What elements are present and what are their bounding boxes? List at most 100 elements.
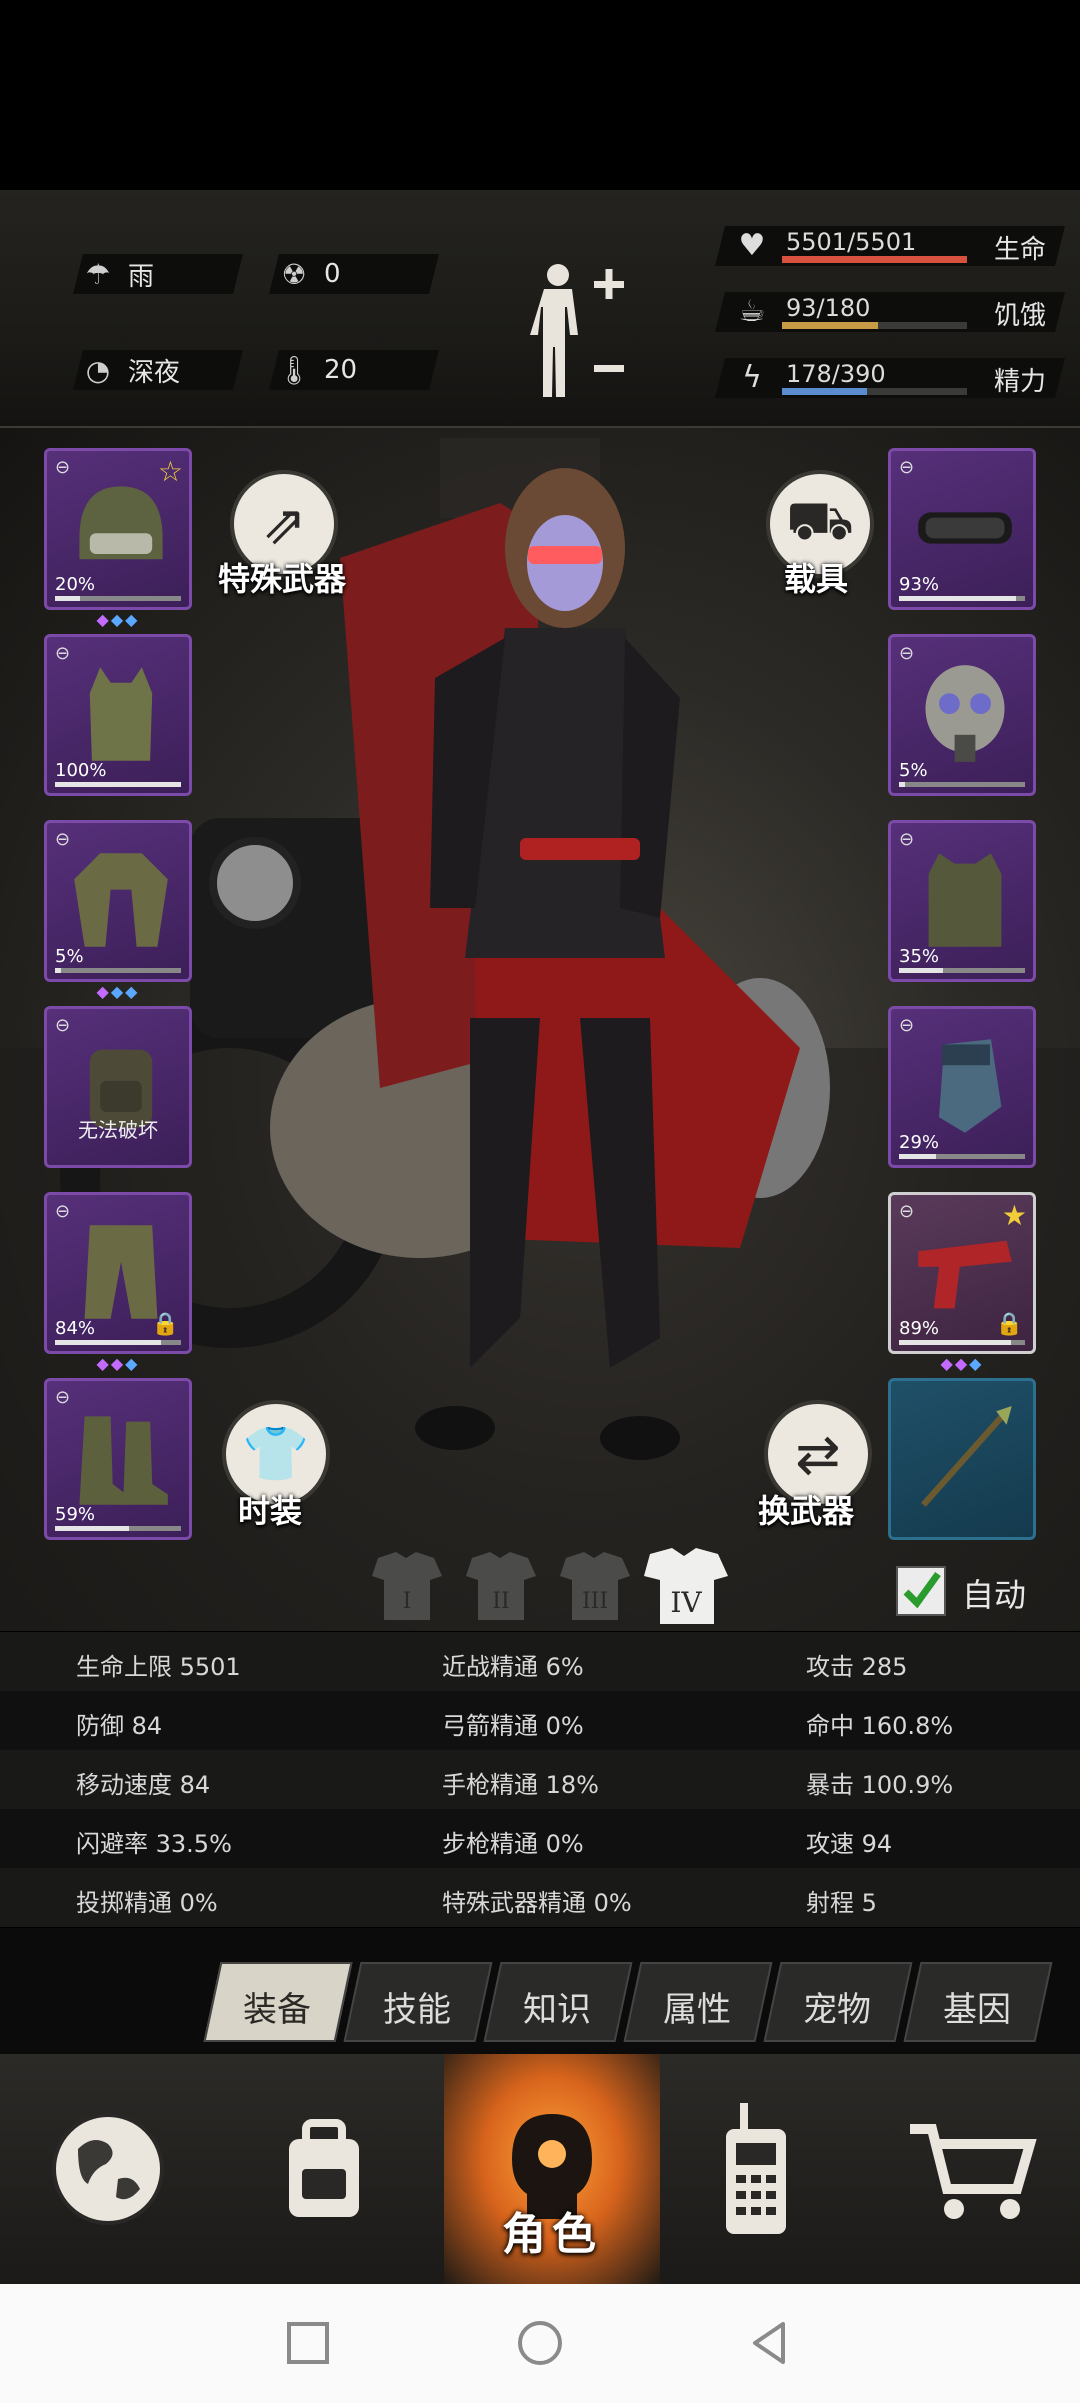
swap-weapon-label: 换武器	[758, 1492, 855, 1530]
food-icon: ☕	[738, 294, 766, 329]
tab-pets[interactable]: 宠物	[763, 1962, 913, 2042]
nav-radio[interactable]	[648, 2054, 864, 2284]
svg-text:II: II	[492, 1589, 509, 1614]
stats-row: 移动速度 84 手枪精通 18% 暴击 100.9%	[0, 1750, 1080, 1809]
jacket-slot[interactable]: ⊖ 5% ◆◆◆	[44, 820, 192, 1001]
tab-attributes[interactable]: 属性	[623, 1962, 773, 2042]
bottom-nav: 角色	[0, 2054, 1080, 2284]
boots-slot[interactable]: ⊖ 59%	[44, 1378, 192, 1540]
heart-pulse-icon: ♥	[738, 228, 766, 263]
pants-slot[interactable]: ⊖ 🔒 84% ◆◆◆	[44, 1192, 192, 1373]
hunger-value: 93/180	[786, 294, 871, 322]
checkmark-icon	[903, 1571, 941, 1609]
hunger-fill	[782, 322, 879, 329]
health-label: 生命	[993, 235, 1046, 265]
outfit-tab-3[interactable]: III	[560, 1552, 630, 1620]
clock-icon: ◔	[85, 353, 111, 387]
outfit-tab-1[interactable]: I	[372, 1552, 442, 1620]
stat-melee-mastery: 近战精通 6%	[442, 1653, 584, 1681]
gem-sockets: ◆◆◆	[940, 1354, 984, 1373]
radio-icon	[726, 2103, 786, 2234]
durability-text: 84%	[55, 1318, 96, 1339]
pistol-slot[interactable]: ⊖ ★ 🔒 89% ◆◆◆	[888, 1192, 1036, 1373]
gem-sockets: ◆◆◆	[96, 610, 140, 629]
vehicle-label: 载具	[784, 560, 849, 598]
link-icon: ⊖	[55, 1387, 71, 1408]
tab-skills[interactable]: 技能	[343, 1962, 493, 2042]
body-armor-slot[interactable]: ⊖ 100%	[44, 634, 192, 796]
pistol-icon	[918, 1240, 1012, 1309]
durability-bar	[55, 596, 181, 601]
auto-checkbox[interactable]	[896, 1566, 946, 1616]
nav-backpack[interactable]	[216, 2054, 432, 2284]
time-pill: ◔ 深夜	[73, 350, 243, 390]
durability-text: 59%	[55, 1504, 96, 1525]
nav-character[interactable]: 角色	[444, 2054, 660, 2284]
body-status-icon[interactable]	[520, 255, 630, 405]
weather-pill: ☂ 雨	[73, 254, 243, 294]
stats-table: 生命上限 5501 近战精通 6% 攻击 285 防御 84 弓箭精通 0% 命…	[0, 1632, 1080, 1928]
nav-shop[interactable]	[864, 2054, 1080, 2284]
tab-label: 装备	[243, 1990, 312, 2030]
melee-weapon-slot[interactable]	[888, 1378, 1036, 1540]
outfit-tab-2[interactable]: II	[466, 1552, 536, 1620]
radiation-pill: ☢ 0	[269, 254, 439, 294]
tab-equipment[interactable]: 装备	[203, 1962, 353, 2042]
stat-throw-mastery: 投掷精通 0%	[76, 1889, 218, 1917]
back-icon[interactable]	[745, 2318, 795, 2368]
top-blank-area	[0, 0, 1080, 190]
link-icon: ⊖	[55, 643, 71, 664]
durability-text: 5%	[55, 946, 84, 967]
helmet-slot[interactable]: ⊖ ☆ 20% ◆◆◆	[44, 448, 192, 629]
energy-bar: ϟ 178/390 精力	[715, 352, 1065, 404]
tab-label: 属性	[663, 1990, 732, 2030]
tab-label: 知识	[523, 1990, 592, 2030]
helmet-icon	[79, 486, 163, 560]
radiation-value: 0	[324, 259, 341, 289]
link-icon: ⊖	[899, 643, 915, 664]
goggles-icon	[918, 512, 1012, 544]
gem-sockets: ◆◆◆	[96, 1354, 140, 1373]
lock-icon: 🔒	[151, 1312, 179, 1337]
durability-bar	[55, 968, 181, 973]
stat-special-weapon-mastery: 特殊武器精通 0%	[442, 1889, 632, 1917]
vest-slot[interactable]: ⊖ 35%	[888, 820, 1036, 982]
lock-icon: 🔒	[995, 1312, 1023, 1337]
time-of-day-label: 深夜	[128, 357, 181, 388]
shirt-icon: 👕	[242, 1422, 310, 1485]
tab-label: 基因	[943, 1990, 1012, 2030]
durability-text: 5%	[899, 760, 928, 781]
energy-icon: ϟ	[742, 360, 762, 395]
durability-bar	[899, 1154, 1025, 1159]
durability-bar	[899, 596, 1025, 601]
energy-value: 178/390	[786, 360, 886, 388]
tab-knowledge[interactable]: 知识	[483, 1962, 633, 2042]
stats-row: 闪避率 33.5% 步枪精通 0% 攻速 94	[0, 1809, 1080, 1868]
tab-label: 宠物	[803, 1990, 872, 2030]
home-icon[interactable]	[515, 2318, 565, 2368]
gas-mask-slot[interactable]: ⊖ 5%	[888, 634, 1036, 796]
durability-bar	[899, 782, 1025, 787]
stat-attack-speed: 攻速 94	[806, 1830, 893, 1858]
backpack-slot[interactable]: ⊖ 无法破坏	[44, 1006, 192, 1168]
gas-mask-icon	[925, 665, 1005, 762]
svg-text:I: I	[403, 1589, 412, 1614]
energy-fill	[782, 388, 868, 395]
nav-character-label: 角色	[502, 2209, 602, 2260]
recent-apps-icon[interactable]	[283, 2318, 333, 2368]
stat-rifle-mastery: 步枪精通 0%	[442, 1830, 584, 1858]
unbreakable-note: 无法破坏	[78, 1118, 158, 1142]
tab-genes[interactable]: 基因	[903, 1962, 1053, 2042]
rain-cloud-icon: ☂	[85, 257, 111, 291]
tab-label: 技能	[383, 1990, 452, 2030]
goggles-slot[interactable]: ⊖ 93%	[888, 448, 1036, 610]
outfit-tab-4[interactable]: IV	[644, 1548, 728, 1624]
character-scene: ⊖ ☆ 20% ◆◆◆ ⊖ 100% ⊖ 5% ◆◆◆ ⊖ 无法破坏 ⊖ 🔒 8…	[0, 428, 1080, 1631]
stat-attack: 攻击 285	[806, 1653, 908, 1681]
svg-text:IV: IV	[670, 1586, 702, 1619]
gloves-slot[interactable]: ⊖ 29%	[888, 1006, 1036, 1168]
health-value: 5501/5501	[786, 228, 917, 256]
hunger-label: 饥饿	[993, 301, 1046, 331]
cart-icon	[910, 2124, 1037, 2219]
nav-world-map[interactable]	[0, 2054, 216, 2284]
